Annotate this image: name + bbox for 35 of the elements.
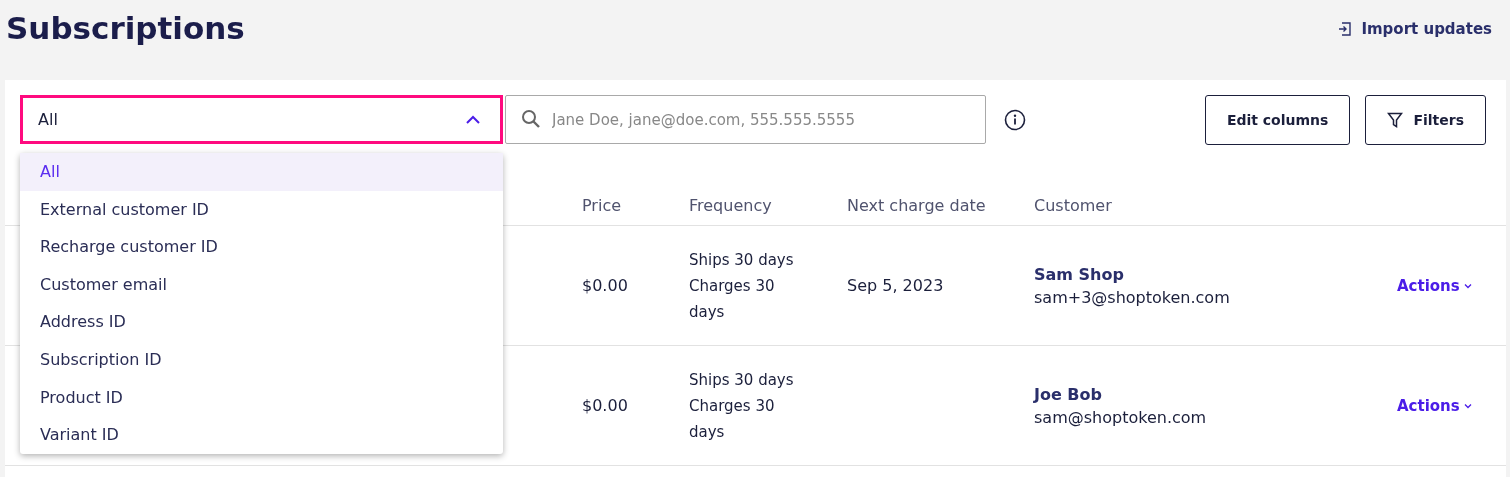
table-cell-text: Ships 30 days Charges 30 days [689,249,795,323]
customer-name-link[interactable]: Joe Bob [1034,384,1397,404]
menu-item[interactable]: Recharge customer ID [20,228,503,266]
edit-columns-button[interactable]: Edit columns [1204,94,1351,145]
customer-name-link[interactable]: Sam Shop [1034,264,1397,284]
table-cell-text: $0.00 [582,396,629,415]
table-cell-text: $0.00 [582,276,629,295]
table-cell-text: Sep 5, 2023 [847,276,945,295]
actions-link[interactable]: Actions [1397,276,1472,295]
menu-item[interactable]: Variant ID [20,416,503,454]
column-header: Next charge date [847,195,987,215]
customer-email: sam@shoptoken.com [1034,407,1208,427]
menu-item[interactable]: External customer ID [20,190,503,229]
search-icon [521,109,541,129]
menu-item[interactable]: All [20,153,503,191]
table-cell-text: Ships 30 days Charges 30 days [689,369,795,443]
menu-item[interactable]: Customer email [20,265,503,304]
search-type-select[interactable]: All [20,95,503,144]
funnel-icon [1387,111,1404,128]
caret-icon [466,115,480,124]
filters-button[interactable]: Filters [1365,94,1486,145]
menu-item[interactable]: Product ID [20,378,503,417]
menu-item[interactable]: Address ID [20,303,503,341]
info-icon [1004,108,1026,131]
import-icon [1338,22,1353,36]
menu-item[interactable]: Subscription ID [20,340,503,379]
chevron-icon [1463,402,1472,409]
column-header: Price [582,195,623,215]
chevron-icon [1463,282,1472,289]
search-field[interactable]: Jane Doe, jane@doe.com, 555.555.5555 [505,95,986,144]
column-header: Frequency [689,195,773,215]
customer-email: sam+3@shoptoken.com [1034,287,1231,307]
page-title: Subscriptions [6,10,245,46]
actions-link[interactable]: Actions [1397,396,1472,415]
column-header: Customer [1034,195,1113,215]
